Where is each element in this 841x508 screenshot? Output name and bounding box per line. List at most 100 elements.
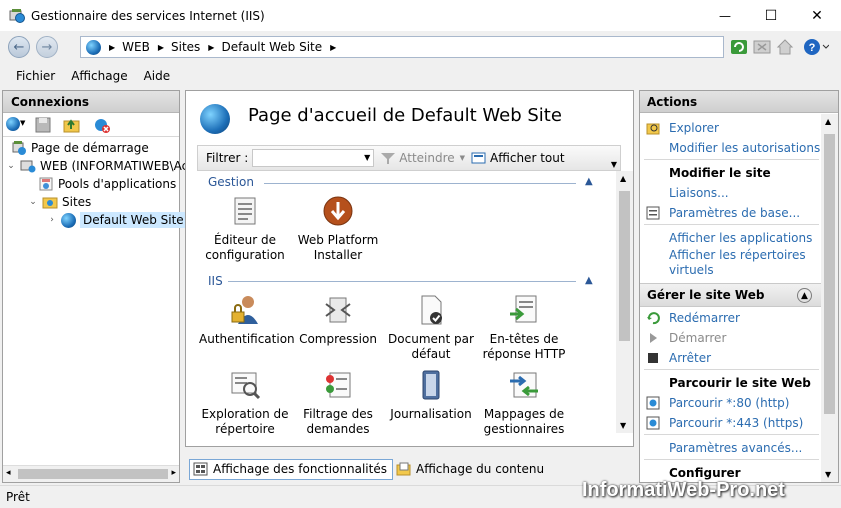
- minimize-button[interactable]: —: [702, 0, 748, 31]
- breadcrumb-web[interactable]: WEB: [122, 40, 150, 54]
- feature-config-editor[interactable]: Éditeur de configuration: [199, 195, 291, 263]
- filter-input[interactable]: ▼: [252, 149, 375, 167]
- tree-item-app-pools[interactable]: Pools d'applications: [38, 175, 176, 193]
- action-browse-http[interactable]: Parcourir *:80 (http): [669, 396, 789, 410]
- feature-request-filtering[interactable]: Filtrage des demandes: [292, 369, 384, 437]
- menu-affichage[interactable]: Affichage: [71, 69, 127, 83]
- tree-item-server[interactable]: ⌄ WEB (INFORMATIWEB\Ac: [6, 157, 188, 175]
- scroll-left-icon[interactable]: ◂: [6, 468, 11, 478]
- connect-globe-icon[interactable]: ▼: [6, 117, 26, 133]
- feature-compression[interactable]: Compression: [292, 294, 384, 347]
- tab-features-view[interactable]: Affichage des fonctionnalités: [189, 458, 393, 480]
- action-explore[interactable]: Explorer: [669, 121, 719, 135]
- website-globe-icon: [200, 104, 230, 134]
- stop-loading-icon[interactable]: [753, 38, 771, 56]
- compression-icon: [322, 294, 354, 326]
- watermark: InformatiWeb-Pro.net: [582, 479, 785, 501]
- back-button[interactable]: ←: [8, 36, 30, 58]
- scroll-down-icon[interactable]: ▼: [620, 421, 626, 430]
- action-basic-settings[interactable]: Paramètres de base...: [669, 206, 800, 220]
- svg-text:?: ?: [809, 42, 816, 54]
- home-icon[interactable]: [776, 38, 794, 56]
- action-view-virtual-directories-line2[interactable]: virtuels: [669, 263, 714, 277]
- collapse-section-icon[interactable]: ▲: [797, 288, 812, 303]
- action-start[interactable]: Démarrer: [669, 331, 726, 345]
- breadcrumb-arrow-icon: ▶: [330, 42, 337, 52]
- feature-default-document[interactable]: Document par défaut: [385, 294, 477, 362]
- tree-label: Pools d'applications: [58, 177, 177, 191]
- filterbar-chevron-icon[interactable]: ▼: [611, 160, 617, 169]
- collapse-group-icon[interactable]: ▲: [585, 275, 593, 286]
- section-manage-site: Gérer le site Web ▲: [640, 283, 822, 307]
- dropdown-arrow-icon[interactable]: ▼: [364, 153, 370, 162]
- action-bindings[interactable]: Liaisons...: [669, 186, 729, 200]
- actions-panel: Actions Explorer Modifier les autorisati…: [639, 90, 839, 483]
- show-all-button[interactable]: Afficher tout: [471, 151, 565, 165]
- up-folder-icon[interactable]: [63, 117, 81, 136]
- maximize-icon: ☐: [764, 7, 778, 24]
- scroll-right-icon[interactable]: ▸: [171, 468, 176, 478]
- feature-authentication[interactable]: Authentification: [199, 294, 295, 347]
- scroll-up-icon[interactable]: ▲: [825, 117, 831, 126]
- tree-item-default-web-site[interactable]: › Default Web Site: [47, 211, 187, 229]
- breadcrumb-sites[interactable]: Sites: [171, 40, 200, 54]
- forward-button[interactable]: →: [36, 36, 58, 58]
- action-edit-permissions[interactable]: Modifier les autorisations...: [669, 141, 832, 155]
- features-view-icon: [193, 462, 208, 476]
- help-icon[interactable]: ?: [803, 38, 830, 56]
- scroll-down-icon[interactable]: ▼: [825, 470, 831, 479]
- status-text: Prêt: [6, 490, 30, 504]
- website-globe-icon: [61, 212, 76, 228]
- group-name: Gestion: [208, 175, 254, 189]
- disconnect-icon[interactable]: [93, 117, 111, 136]
- action-view-virtual-directories[interactable]: Afficher les répertoires: [669, 248, 806, 262]
- feature-handler-mappings[interactable]: Mappages de gestionnaires: [478, 369, 570, 437]
- group-name: IIS: [208, 274, 223, 288]
- tree-item-sites[interactable]: ⌄ Sites: [28, 193, 91, 211]
- scroll-up-icon[interactable]: ▲: [620, 174, 626, 183]
- connections-hscroll[interactable]: ◂ ▸: [3, 465, 179, 482]
- address-bar[interactable]: ▶ WEB ▶ Sites ▶ Default Web Site ▶: [80, 36, 724, 58]
- restart-icon: [646, 311, 660, 325]
- feature-web-platform-installer[interactable]: Web Platform Installer: [292, 195, 384, 263]
- feature-http-response-headers[interactable]: En-têtes de réponse HTTP: [478, 294, 570, 362]
- feature-directory-browsing[interactable]: Exploration de répertoire: [199, 369, 291, 437]
- tab-content-view[interactable]: Affichage du contenu: [393, 459, 549, 480]
- features-vscroll[interactable]: ▲ ▼: [616, 171, 633, 433]
- tree-label: Page de démarrage: [31, 141, 149, 155]
- save-icon[interactable]: [35, 117, 51, 136]
- feature-label: En-têtes de: [489, 332, 559, 346]
- breadcrumb: ▶ WEB ▶ Sites ▶ Default Web Site ▶: [101, 40, 343, 54]
- globe-icon: [86, 39, 101, 55]
- menu-fichier[interactable]: Fichier: [16, 69, 55, 83]
- breadcrumb-default-web-site[interactable]: Default Web Site: [221, 40, 322, 54]
- expand-chevron-icon[interactable]: ›: [47, 215, 57, 225]
- tree-item-start-page[interactable]: Page de démarrage: [11, 139, 149, 157]
- connections-title: Connexions: [3, 91, 179, 113]
- group-header-gestion[interactable]: Gestion: [208, 175, 254, 189]
- default-document-icon: [415, 294, 447, 326]
- action-restart[interactable]: Redémarrer: [669, 311, 740, 325]
- go-button[interactable]: Atteindre ▼: [380, 151, 465, 165]
- scroll-thumb[interactable]: [18, 469, 168, 479]
- collapse-chevron-icon[interactable]: ⌄: [6, 161, 16, 171]
- go-dropdown-icon: ▼: [459, 154, 466, 162]
- action-advanced-settings[interactable]: Paramètres avancés...: [669, 441, 802, 455]
- scroll-thumb[interactable]: [619, 191, 630, 341]
- browse-http-icon: [646, 396, 660, 410]
- group-header-iis[interactable]: IIS: [208, 274, 223, 288]
- maximize-button[interactable]: ☐: [748, 0, 794, 31]
- action-view-applications[interactable]: Afficher les applications: [669, 231, 812, 245]
- menu-aide[interactable]: Aide: [144, 69, 171, 83]
- close-button[interactable]: ✕: [794, 0, 840, 31]
- action-stop[interactable]: Arrêter: [669, 351, 711, 365]
- separator: [644, 224, 819, 225]
- action-browse-https[interactable]: Parcourir *:443 (https): [669, 416, 803, 430]
- scroll-thumb[interactable]: [824, 134, 835, 414]
- feature-logging[interactable]: Journalisation: [385, 369, 477, 422]
- collapse-chevron-icon[interactable]: ⌄: [28, 197, 38, 207]
- refresh-icon[interactable]: [730, 38, 748, 56]
- collapse-group-icon[interactable]: ▲: [585, 176, 593, 187]
- iis-app-icon: [9, 8, 25, 24]
- actions-vscroll[interactable]: ▲ ▼: [821, 114, 838, 482]
